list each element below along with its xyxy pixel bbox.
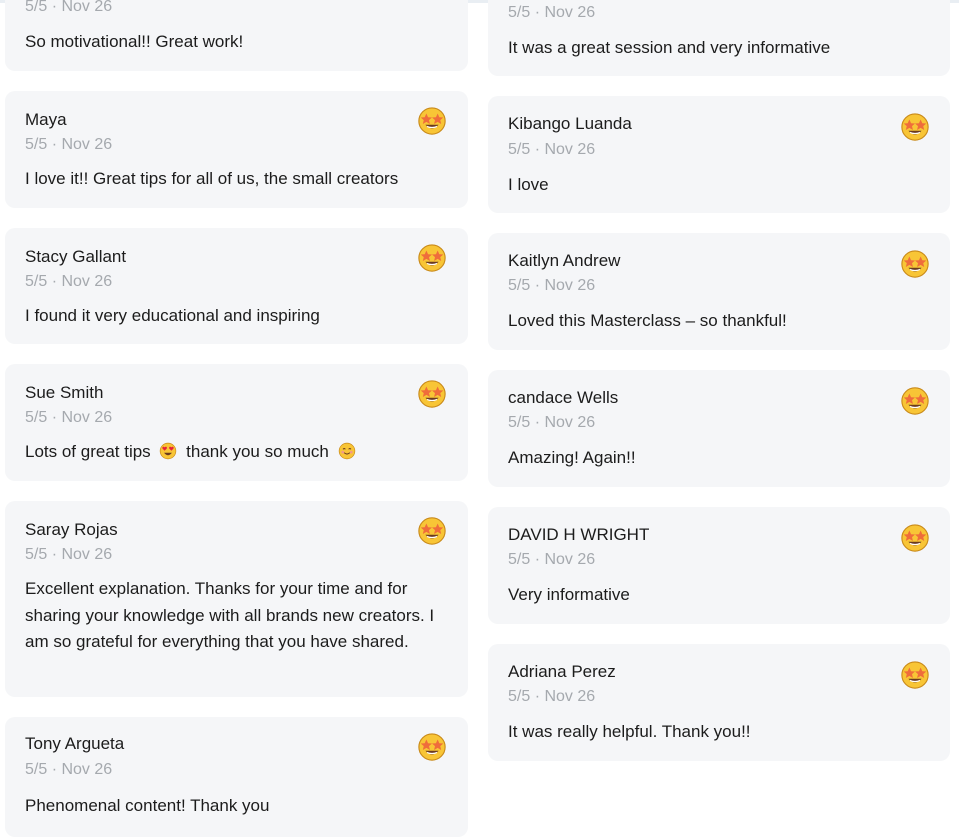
heart-eyes-emoji-icon xyxy=(160,442,177,460)
review-card: 5/5 · Nov 26 It was a great session and … xyxy=(488,0,950,76)
reviewer-name: Kaitlyn Andrew xyxy=(508,251,621,270)
review-card: DAVID H WRIGHT 5/5 · Nov 26 Very informa… xyxy=(488,507,950,624)
review-meta: 5/5 · Nov 26 xyxy=(508,551,596,568)
review-meta: 5/5 · Nov 26 xyxy=(508,141,596,158)
reviewer-name: Stacy Gallant xyxy=(25,247,127,266)
review-card: Kibango Luanda 5/5 · Nov 26 I love xyxy=(488,96,950,213)
review-text: It was really helpful. Thank you!! xyxy=(508,722,751,741)
star-struck-emoji-icon xyxy=(418,244,446,272)
review-text: I love it!! Great tips for all of us, th… xyxy=(25,169,399,188)
reviewer-name: Maya xyxy=(25,110,67,129)
review-meta: 5/5 · Nov 26 xyxy=(25,136,113,153)
review-meta: 5/5 · Nov 26 xyxy=(25,546,113,563)
reviewer-name: Tony Argueta xyxy=(25,734,125,753)
smiling-face-emoji-icon xyxy=(338,442,355,460)
review-meta: 5/5 · Nov 26 xyxy=(508,414,596,431)
reviewer-name: Kibango Luanda xyxy=(508,114,632,133)
review-text: I love xyxy=(508,175,549,194)
review-text: Excellent explanation. Thanks for your t… xyxy=(25,579,435,651)
review-card: Saray Rojas 5/5 · Nov 26 Excellent expla… xyxy=(5,501,468,697)
review-text: Loved this Masterclass – so thankful! xyxy=(508,311,787,330)
star-struck-emoji-icon xyxy=(418,733,446,761)
reviewer-name: Saray Rojas xyxy=(25,520,118,539)
review-text-part: thank you so much xyxy=(186,442,329,461)
review-card: Tony Argueta 5/5 · Nov 26 Phenomenal con… xyxy=(5,717,468,837)
review-card: Kaitlyn Andrew 5/5 · Nov 26 Loved this M… xyxy=(488,233,950,350)
reviewer-name: DAVID H WRIGHT xyxy=(508,525,650,544)
review-meta: 5/5 · Nov 26 xyxy=(25,0,113,15)
review-text: Amazing! Again!! xyxy=(508,448,636,467)
review-text: Very informative xyxy=(508,585,630,604)
review-card: Adriana Perez 5/5 · Nov 26 It was really… xyxy=(488,644,950,761)
review-card: Maya 5/5 · Nov 26 I love it!! Great tips… xyxy=(5,91,468,208)
review-text-part: Lots of great tips xyxy=(25,442,151,461)
star-struck-emoji-icon xyxy=(901,387,929,415)
star-struck-emoji-icon xyxy=(418,380,446,408)
review-text: I found it very educational and inspirin… xyxy=(25,306,320,325)
review-card: Sue Smith 5/5 · Nov 26 Lots of great tip… xyxy=(5,364,468,481)
review-meta: 5/5 · Nov 26 xyxy=(508,277,596,294)
review-text: So motivational!! Great work! xyxy=(25,32,244,51)
star-struck-emoji-icon xyxy=(418,517,446,545)
star-struck-emoji-icon xyxy=(901,250,929,278)
star-struck-emoji-icon xyxy=(901,661,929,689)
review-card: 5/5 · Nov 26 So motivational!! Great wor… xyxy=(5,0,468,71)
reviewer-name: Sue Smith xyxy=(25,383,104,402)
review-meta: 5/5 · Nov 26 xyxy=(508,4,596,21)
review-card: candace Wells 5/5 · Nov 26 Amazing! Agai… xyxy=(488,370,950,487)
star-struck-emoji-icon xyxy=(901,524,929,552)
reviewer-name: Adriana Perez xyxy=(508,662,616,681)
review-meta: 5/5 · Nov 26 xyxy=(25,761,113,778)
review-meta: 5/5 · Nov 26 xyxy=(25,409,113,426)
review-meta: 5/5 · Nov 26 xyxy=(25,273,113,290)
review-card: Stacy Gallant 5/5 · Nov 26 I found it ve… xyxy=(5,228,468,344)
review-text: Lots of great tips thank you so much xyxy=(25,439,448,466)
star-struck-emoji-icon xyxy=(901,113,929,141)
review-text: Phenomenal content! Thank you xyxy=(25,796,270,815)
star-struck-emoji-icon xyxy=(418,107,446,135)
review-text: It was a great session and very informat… xyxy=(508,38,831,57)
reviewer-name: candace Wells xyxy=(508,388,619,407)
review-meta: 5/5 · Nov 26 xyxy=(508,688,596,705)
